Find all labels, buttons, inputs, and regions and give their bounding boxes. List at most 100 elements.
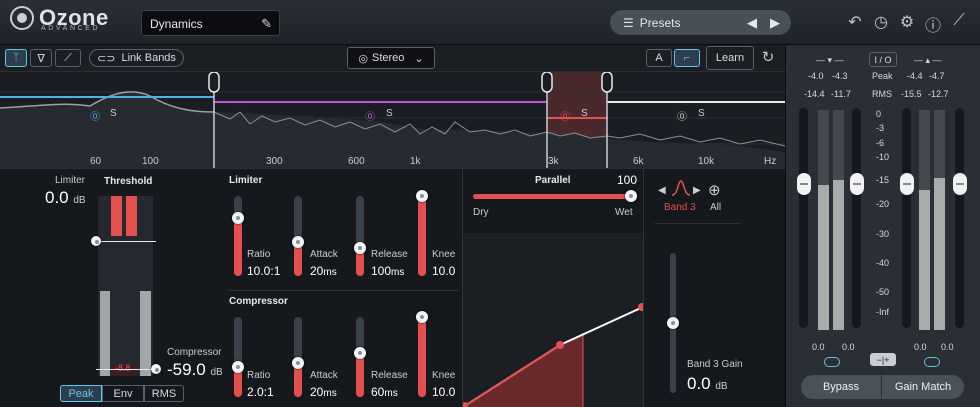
offset-toggle[interactable]: −|+ — [870, 353, 896, 366]
spectrum-display[interactable]: ⓪ S ⓪ S ⓪ S ⓪ S 60 100 300 600 1k 3k 6k … — [0, 71, 785, 169]
select-tool-button[interactable]: ᛉ — [5, 49, 27, 67]
compressor-attack-value: 20 — [310, 385, 324, 399]
env-mode-button[interactable]: Env — [102, 385, 144, 402]
history-icon[interactable]: ◷ — [871, 12, 891, 32]
transfer-curve[interactable] — [462, 233, 646, 407]
in-rms-r: -11.7 — [831, 89, 851, 99]
limiter-knee-slider[interactable] — [418, 196, 426, 276]
gr-bar-left — [111, 196, 122, 236]
band-3-s-button[interactable]: S — [581, 108, 588, 119]
input-link-icon[interactable] — [824, 357, 840, 367]
output-link-icon[interactable] — [924, 357, 940, 367]
compressor-ratio-value[interactable]: 2.0:1 — [247, 385, 274, 399]
limiter-release-slider[interactable] — [356, 196, 364, 276]
out-rms-l: -15.5 — [901, 89, 922, 99]
limiter-attack-knob[interactable] — [292, 236, 304, 248]
band-2-solo-icon[interactable]: ⓪ — [365, 108, 375, 123]
learn-label: Learn — [715, 52, 745, 64]
gear-icon[interactable]: ⚙ — [897, 12, 917, 32]
rms-mode-button[interactable]: RMS — [144, 385, 184, 402]
limiter-threshold-readout[interactable]: 0.0 dB — [45, 188, 86, 208]
band-3-label[interactable]: Band 3 — [664, 202, 696, 213]
input-trim-track[interactable] — [852, 108, 861, 328]
reset-icon[interactable]: ↻ — [758, 48, 778, 66]
parallel-slider[interactable] — [473, 194, 631, 199]
transfer-curve-svg — [462, 303, 646, 407]
output-trim-track[interactable] — [955, 108, 964, 328]
limiter-ratio-knob[interactable] — [232, 212, 244, 224]
input-trim-handle[interactable] — [850, 173, 864, 195]
compressor-attack-readout[interactable]: 20ms — [310, 385, 337, 399]
gain-match-button[interactable]: Gain Match — [882, 375, 964, 399]
compressor-release-knob[interactable] — [354, 347, 366, 359]
compressor-threshold-handle[interactable] — [151, 364, 161, 374]
all-bands-label[interactable]: All — [710, 202, 721, 213]
limiter-knee-knob[interactable] — [416, 190, 428, 202]
limiter-knee-value[interactable]: 10.0 — [432, 264, 455, 278]
in-bottom-r: 0.0 — [842, 342, 855, 352]
limiter-ratio-value[interactable]: 10.0:1 — [247, 264, 280, 278]
globe-icon[interactable]: ⊕ — [708, 181, 721, 199]
band-gain-knob[interactable] — [667, 317, 679, 329]
output-trim-handle[interactable] — [953, 173, 967, 195]
izotope-logo-icon[interactable]: ⟋ — [949, 12, 969, 30]
limiter-ratio-slider[interactable] — [234, 196, 242, 276]
meter-bar-right — [140, 291, 151, 376]
compressor-point[interactable] — [556, 341, 564, 349]
meter-bar-left — [100, 291, 110, 376]
output-collapse-icon[interactable]: — ▴ — — [914, 55, 942, 66]
bypass-button[interactable]: Bypass — [801, 375, 881, 399]
peak-mode-button[interactable]: Peak — [60, 385, 102, 402]
limiter-attack-readout[interactable]: 20ms — [310, 264, 337, 278]
limiter-threshold-line[interactable] — [96, 241, 156, 242]
band-next-icon[interactable]: ▶ — [693, 185, 701, 196]
band-prev-icon[interactable]: ◀ — [658, 185, 666, 196]
module-name-field[interactable]: Dynamics ✎ — [141, 10, 280, 36]
input-gain-track[interactable] — [799, 108, 808, 328]
db-scale-label: -20 — [876, 199, 890, 209]
compressor-ratio-slider[interactable] — [234, 317, 242, 397]
preset-prev-icon[interactable]: ◀ — [747, 15, 757, 31]
band-4-s-button[interactable]: S — [698, 108, 705, 119]
learn-button[interactable]: Learn — [706, 46, 754, 70]
parallel-value[interactable]: 100 — [617, 173, 637, 187]
freq-label: 60 — [90, 156, 102, 167]
limiter-threshold-handle[interactable] — [91, 236, 101, 246]
stereo-select[interactable]: ◎ Stereo ⌄ — [347, 47, 435, 69]
compressor-attack-knob[interactable] — [292, 357, 304, 369]
band-1-s-button[interactable]: S — [110, 108, 117, 119]
parallel-knob[interactable] — [625, 190, 637, 202]
band-1-solo-icon[interactable]: ⓪ — [90, 108, 100, 123]
undo-icon[interactable]: ↶ — [845, 12, 865, 32]
in-peak-r: -4.3 — [832, 71, 848, 81]
compressor-threshold-readout[interactable]: -59.0 dB — [167, 360, 223, 380]
io-toggle[interactable]: I / O — [869, 52, 897, 67]
limiter-release-knob[interactable] — [354, 242, 366, 254]
compressor-release-readout[interactable]: 60ms — [371, 385, 398, 399]
a-button[interactable]: A — [646, 49, 672, 67]
b-button[interactable]: ⌐ — [674, 49, 700, 67]
help-icon[interactable]: ⓘ — [923, 12, 943, 36]
compressor-knee-slider[interactable] — [418, 317, 426, 397]
band-gain-readout[interactable]: 0.0 dB — [687, 374, 728, 394]
link-bands-button[interactable]: ⊂⊃ Link Bands — [89, 49, 184, 67]
crossover-handles[interactable] — [208, 72, 613, 93]
input-gain-handle[interactable] — [797, 173, 811, 195]
output-gain-handle[interactable] — [900, 173, 914, 195]
presets-bar[interactable]: ☰ Presets ◀ ▶ — [610, 10, 791, 35]
draw-tool-button[interactable]: ∇ — [30, 49, 52, 67]
band-gain-label: Band 3 Gain — [687, 359, 743, 370]
preset-next-icon[interactable]: ▶ — [770, 15, 780, 31]
input-collapse-icon[interactable]: — ▾ — — [816, 55, 844, 66]
curve-tool-button[interactable]: ⟋ — [55, 49, 81, 67]
limiter-release-readout[interactable]: 100ms — [371, 264, 404, 278]
compressor-knee-knob[interactable] — [416, 311, 428, 323]
band-4-solo-icon[interactable]: ⓪ — [677, 108, 687, 123]
compressor-threshold-line[interactable] — [96, 369, 156, 370]
output-gain-track[interactable] — [902, 108, 911, 328]
compressor-knee-value[interactable]: 10.0 — [432, 385, 455, 399]
band-3-solo-icon[interactable]: ⓪ — [560, 108, 570, 123]
band-2-s-button[interactable]: S — [386, 108, 393, 119]
compressor-ratio-knob[interactable] — [232, 361, 244, 373]
pencil-icon[interactable]: ✎ — [261, 16, 272, 32]
